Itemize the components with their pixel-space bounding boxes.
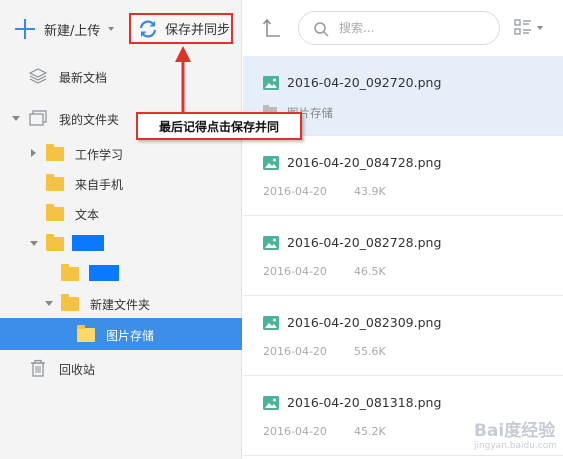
file-pane: 2016-04-20_092720.png 图片存储 2016-04-20_08…	[243, 0, 563, 459]
chevron-down-icon[interactable]	[45, 301, 53, 306]
file-date: 2016-04-20	[263, 345, 327, 358]
file-row[interactable]: 2016-04-20_084728.png 2016-04-20 43.9K	[243, 136, 563, 216]
image-file-icon	[263, 316, 279, 330]
new-upload-button[interactable]: 新建/上传	[14, 16, 115, 42]
folders-icon	[29, 110, 47, 126]
sidebar-item-label: 来自手机	[75, 178, 124, 192]
image-file-icon	[263, 76, 279, 90]
folder-icon	[61, 294, 79, 311]
watermark-text: Bai度经验	[473, 421, 556, 441]
sidebar-item-redacted-folder[interactable]	[0, 227, 242, 259]
sidebar-item-label: 我的文件夹	[59, 113, 120, 127]
file-name: 2016-04-20_081318.png	[287, 395, 442, 410]
search-input[interactable]	[339, 18, 489, 38]
folder-icon	[61, 264, 79, 281]
sidebar-item-label: 图片存储	[106, 329, 155, 343]
folder-icon	[77, 325, 95, 342]
folder-icon	[46, 174, 64, 191]
file-size: 55.6K	[354, 345, 386, 358]
callout-text: 最后记得点击保存并同	[158, 119, 279, 134]
chevron-down-icon[interactable]	[30, 241, 38, 246]
sidebar-item-label: 最新文档	[59, 71, 108, 85]
file-name: 2016-04-20_082309.png	[287, 315, 442, 330]
chevron-down-icon[interactable]	[12, 116, 20, 121]
sidebar-item-label: 工作学习	[75, 148, 124, 162]
watermark: Bai度经验 jingyan.baidu.com	[474, 416, 557, 451]
sidebar-toolbar: 新建/上传 保存并同步	[0, 0, 242, 56]
file-date: 2016-04-20	[263, 265, 327, 278]
file-date: 2016-04-20	[263, 425, 327, 438]
redaction-box	[72, 235, 104, 251]
sidebar-item-redacted-subfolder[interactable]	[0, 257, 242, 289]
plus-icon	[14, 18, 36, 40]
sidebar-item-latest-docs[interactable]: 最新文档	[0, 60, 242, 92]
trash-icon	[31, 359, 45, 377]
image-file-icon	[263, 236, 279, 250]
sidebar-item-recycle-bin[interactable]: 回收站	[0, 352, 242, 384]
folder-icon	[46, 234, 64, 251]
folder-icon	[46, 204, 64, 221]
annotation-arrow	[175, 46, 191, 112]
chevron-down-icon[interactable]	[108, 27, 115, 31]
chevron-down-icon[interactable]	[537, 26, 543, 30]
file-name: 2016-04-20_084728.png	[287, 155, 442, 170]
file-size: 43.9K	[354, 185, 386, 198]
sidebar-item-new-folder[interactable]: 新建文件夹	[0, 287, 242, 319]
list-view-icon[interactable]	[514, 19, 532, 35]
file-name: 2016-04-20_082728.png	[287, 235, 442, 250]
app-window: 新建/上传 保存并同步 最新文档 我的文件夹 工作学习 来自手机 文本 新建文件…	[0, 0, 563, 459]
sidebar-item-work-study[interactable]: 工作学习	[0, 137, 242, 169]
sidebar-item-image-storage[interactable]: 图片存储	[0, 318, 242, 350]
search-icon	[314, 22, 329, 37]
up-level-icon[interactable]	[263, 18, 281, 38]
watermark-url: jingyan.baidu.com	[473, 441, 557, 451]
chevron-right-icon[interactable]	[31, 149, 36, 157]
annotation-callout: 最后记得点击保存并同	[136, 112, 302, 140]
save-sync-button[interactable]: 保存并同步	[129, 13, 233, 44]
sync-icon	[139, 19, 157, 38]
image-file-icon	[263, 156, 279, 170]
search-box[interactable]	[298, 11, 500, 45]
sidebar-item-from-phone[interactable]: 来自手机	[0, 167, 242, 199]
layers-icon	[29, 68, 47, 84]
folder-icon	[46, 144, 64, 161]
file-size: 45.2K	[354, 425, 386, 438]
file-date: 2016-04-20	[263, 185, 327, 198]
sidebar-item-text[interactable]: 文本	[0, 197, 242, 229]
redaction-box	[89, 265, 119, 281]
file-name: 2016-04-20_092720.png	[287, 75, 442, 90]
sidebar-item-label: 新建文件夹	[90, 298, 151, 312]
save-sync-label: 保存并同步	[165, 23, 231, 38]
file-row[interactable]: 2016-04-20_082309.png 2016-04-20 55.6K	[243, 296, 563, 376]
sidebar: 新建/上传 保存并同步 最新文档 我的文件夹 工作学习 来自手机 文本 新建文件…	[0, 0, 242, 459]
sidebar-item-label: 文本	[75, 208, 100, 222]
content-toolbar	[243, 0, 563, 56]
sidebar-item-label: 回收站	[59, 363, 96, 377]
file-size: 46.5K	[354, 265, 386, 278]
image-file-icon	[263, 396, 279, 410]
new-upload-label: 新建/上传	[44, 23, 101, 39]
file-row[interactable]: 2016-04-20_082728.png 2016-04-20 46.5K	[243, 216, 563, 296]
